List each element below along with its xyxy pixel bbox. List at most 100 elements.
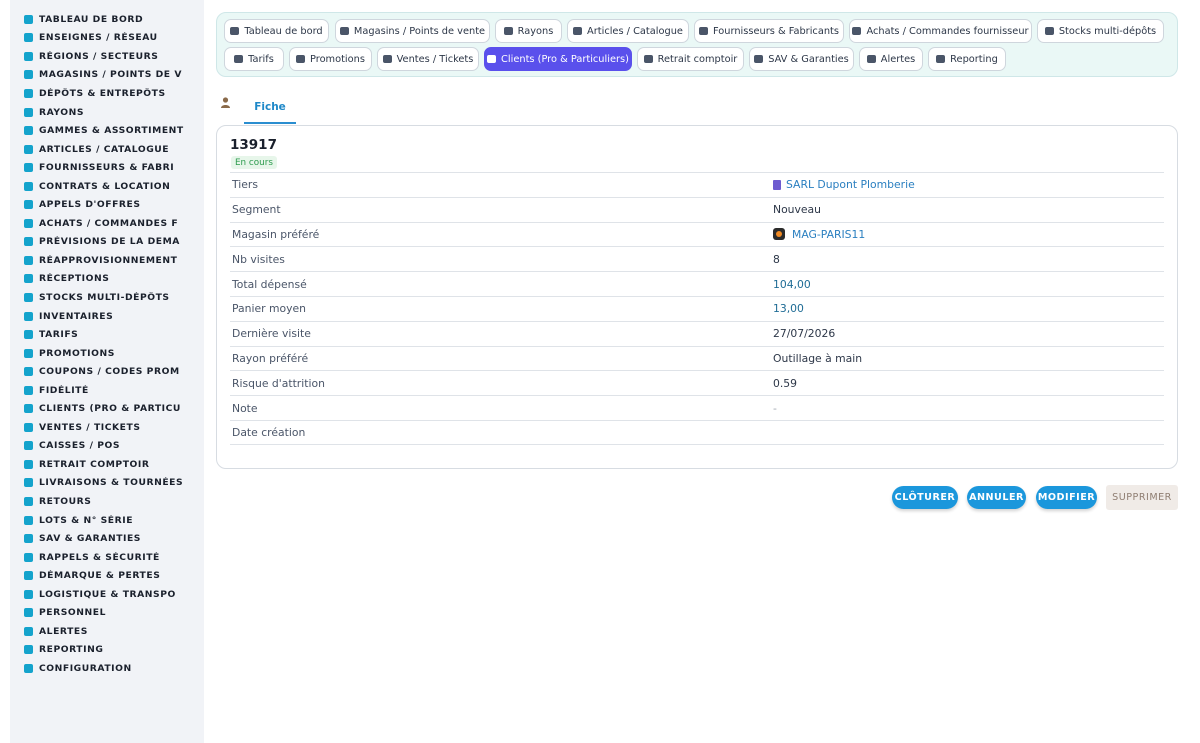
field-value-rayon-prefere: Outillage à main [773,351,863,365]
sidebar-item-logistique[interactable]: LOGISTIQUE & TRANSPO [10,585,204,604]
sidebar-item-retrait[interactable]: RETRAIT COMPTOIR [10,455,204,474]
tab-label: Tableau de bord [244,25,323,37]
tab-fiche[interactable]: Fiche [244,92,296,124]
document-icon [24,181,33,191]
flag-icon [24,33,33,43]
tab-reporting[interactable]: Reporting [928,47,1006,71]
tab-sav[interactable]: SAV & Garanties [749,47,854,71]
sidebar-item-rappels[interactable]: RAPPELS & SÉCURITÉ [10,548,204,567]
sidebar-item-label: ARTICLES / CATALOGUE [39,143,170,155]
field-value-tiers[interactable]: SARL Dupont Plomberie [773,178,915,191]
sidebar-item-demarque[interactable]: DÉMARQUE & PERTES [10,566,204,585]
tab-magasins[interactable]: Magasins / Points de vente [335,19,490,43]
cash-register-icon [24,441,33,451]
shelf-icon [24,107,33,117]
sidebar-item-promotions[interactable]: PROMOTIONS [10,344,204,363]
users-icon [24,608,33,618]
sidebar-item-label: LOGISTIQUE & TRANSPO [39,588,176,600]
sidebar-item-caisses[interactable]: CAISSES / POS [10,437,204,456]
field-label: Date création [232,425,306,439]
sidebar-item-appels-offres[interactable]: APPELS D'OFFRES [10,195,204,214]
person-icon[interactable] [221,97,230,108]
sidebar-item-contrats[interactable]: CONTRATS & LOCATION [10,177,204,196]
sidebar-item-coupons[interactable]: COUPONS / CODES PROM [10,362,204,381]
field-label: Panier moyen [232,302,306,316]
sidebar-item-fournisseurs[interactable]: FOURNISSEURS & FABRI [10,158,204,177]
field-row-tiers: Tiers SARL Dupont Plomberie [230,172,1164,197]
sidebar-item-clients[interactable]: CLIENTS (PRO & PARTICU [10,399,204,418]
tab-clients[interactable]: Clients (Pro & Particuliers) [484,47,632,71]
tiers-link[interactable]: SARL Dupont Plomberie [786,178,915,191]
tab-label: Magasins / Points de vente [353,25,486,37]
tab-promotions[interactable]: Promotions [289,47,372,71]
sidebar-item-magasins[interactable]: MAGASINS / POINTS DE V [10,66,204,85]
sidebar-item-label: RÉGIONS / SECTEURS [39,50,159,62]
sidebar-item-reporting[interactable]: REPORTING [10,641,204,660]
sidebar-item-rayons[interactable]: RAYONS [10,103,204,122]
magasin-link[interactable]: MAG-PARIS11 [792,228,865,241]
sidebar-item-label: DÉMARQUE & PERTES [39,570,161,582]
tab-label: Retrait comptoir [657,53,738,65]
gavel-icon [24,200,33,210]
sidebar-item-achats[interactable]: ACHATS / COMMANDES F [10,214,204,233]
sidebar-item-regions[interactable]: RÉGIONS / SECTEURS [10,47,204,66]
field-label: Segment [232,203,281,217]
tab-stocks[interactable]: Stocks multi-dépôts [1037,19,1164,43]
sidebar-item-stocks[interactable]: STOCKS MULTI-DÉPÔTS [10,288,204,307]
sidebar-item-alertes[interactable]: ALERTES [10,622,204,641]
truck-icon [699,27,708,35]
tab-label: Achats / Commandes fournisseur [866,25,1029,37]
tab-fournisseurs[interactable]: Fournisseurs & Fabricants [694,19,844,43]
tab-label: Tarifs [248,53,274,65]
tab-retrait[interactable]: Retrait comptoir [637,47,744,71]
sidebar-item-lots[interactable]: LOTS & N° SÉRIE [10,511,204,530]
sidebar-item-previsions[interactable]: PRÉVISIONS DE LA DEMA [10,233,204,252]
field-row-rayon-prefere: Rayon préféré Outillage à main [230,345,1164,371]
field-row-total-depense: Total dépensé 104,00 [230,271,1164,296]
sidebar-item-label: PERSONNEL [39,607,106,619]
sidebar-item-receptions[interactable]: RÉCEPTIONS [10,270,204,289]
modifier-button[interactable]: MODIFIER [1036,486,1097,509]
tab-achats[interactable]: Achats / Commandes fournisseur [849,19,1032,43]
sidebar-item-reappro[interactable]: RÉAPPROVISIONNEMENT [10,251,204,270]
supprimer-button[interactable]: SUPPRIMER [1106,485,1178,510]
sidebar-item-tableau-de-bord[interactable]: TABLEAU DE BORD [10,10,204,29]
sidebar-item-personnel[interactable]: PERSONNEL [10,604,204,623]
store-icon [339,27,349,35]
box-icon [24,144,33,154]
tab-articles[interactable]: Articles / Catalogue [567,19,689,43]
sidebar-item-label: TABLEAU DE BORD [39,13,144,25]
tab-alertes[interactable]: Alertes [859,47,923,71]
tab-ventes[interactable]: Ventes / Tickets [377,47,479,71]
sidebar-item-enseignes[interactable]: ENSEIGNES / RÉSEAU [10,29,204,48]
sidebar-item-configuration[interactable]: CONFIGURATION [10,659,204,678]
truck-icon [24,163,33,173]
cloturer-button[interactable]: CLÔTURER [892,486,958,509]
sidebar-item-inventaires[interactable]: INVENTAIRES [10,307,204,326]
sidebar-item-articles[interactable]: ARTICLES / CATALOGUE [10,140,204,159]
field-row-panier-moyen: Panier moyen 13,00 [230,295,1164,321]
sidebar-item-retours[interactable]: RETOURS [10,492,204,511]
annuler-button[interactable]: ANNULER [967,486,1026,509]
sidebar-item-label: CONTRATS & LOCATION [39,180,171,192]
field-value-note: - [773,401,777,415]
sidebar-item-label: RAYONS [39,106,85,118]
sidebar-item-label: FIDÉLITÉ [39,384,89,396]
field-value-magasin[interactable]: MAG-PARIS11 [773,228,865,241]
sidebar-item-gammes[interactable]: GAMMES & ASSORTIMENT [10,121,204,140]
tab-tarifs[interactable]: Tarifs [224,47,284,71]
status-badge: En cours [231,156,277,169]
tab-tableau-de-bord[interactable]: Tableau de bord [224,19,329,43]
sidebar-item-label: PRÉVISIONS DE LA DEMA [39,236,180,248]
sidebar-item-sav[interactable]: SAV & GARANTIES [10,529,204,548]
sidebar-item-fidelite[interactable]: FIDÉLITÉ [10,381,204,400]
sidebar-item-tarifs[interactable]: TARIFS [10,325,204,344]
sidebar-item-label: SAV & GARANTIES [39,533,141,545]
clipboard-icon [24,311,33,321]
tab-label: SAV & Garanties [768,53,849,65]
sidebar-item-livraisons[interactable]: LIVRAISONS & TOURNÉES [10,474,204,493]
sidebar-item-depots[interactable]: DÉPÔTS & ENTREPÔTS [10,84,204,103]
sidebar-item-ventes[interactable]: VENTES / TICKETS [10,418,204,437]
percent-icon [296,55,306,63]
tab-rayons[interactable]: Rayons [495,19,562,43]
